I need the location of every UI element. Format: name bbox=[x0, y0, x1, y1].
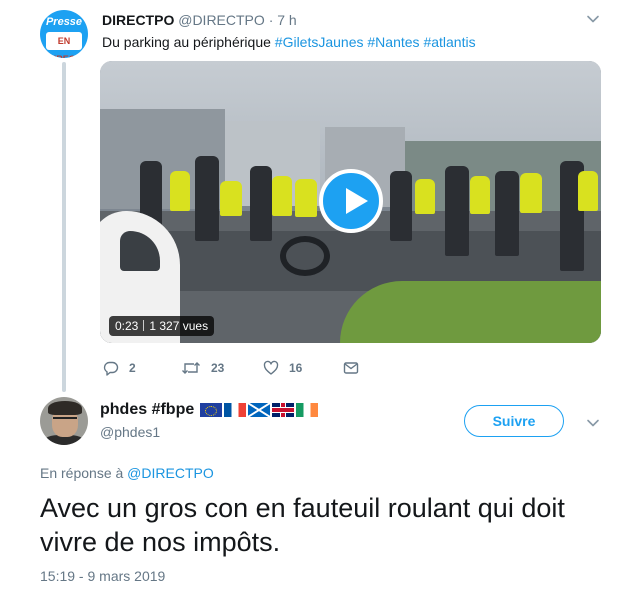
retweet-icon bbox=[182, 362, 200, 374]
crowd-person bbox=[495, 171, 519, 256]
message-action[interactable] bbox=[343, 358, 359, 378]
tweet-time[interactable]: 7 h bbox=[277, 12, 296, 28]
hashtag-link[interactable]: #Nantes bbox=[367, 34, 419, 50]
thread-line bbox=[62, 62, 66, 392]
crowd-person bbox=[578, 171, 598, 211]
crowd-person bbox=[195, 156, 219, 241]
play-button[interactable] bbox=[319, 169, 383, 233]
follow-button[interactable]: Suivre bbox=[464, 405, 564, 437]
in-reply-to-label: En réponse à bbox=[40, 465, 128, 481]
parent-tweet: Presse EN DIRECT DIRECTPO @DIRECTPO · 7 … bbox=[0, 0, 640, 395]
directpo-avatar[interactable]: Presse EN DIRECT bbox=[40, 10, 88, 58]
crowd-person bbox=[520, 173, 542, 213]
reply-action[interactable]: 2 bbox=[103, 358, 136, 378]
avatar-logo-text: Presse bbox=[45, 16, 83, 28]
video-player[interactable]: 0:23 1 327 vues bbox=[100, 61, 601, 343]
flag-emojis bbox=[200, 403, 319, 417]
crowd-person bbox=[220, 181, 242, 216]
crowd-person bbox=[390, 171, 412, 241]
separator-dot: · bbox=[268, 12, 274, 28]
heart-icon bbox=[263, 360, 279, 375]
author-name[interactable]: DIRECTPO bbox=[102, 12, 174, 28]
crowd-person bbox=[250, 166, 272, 241]
ireland-flag-icon bbox=[296, 403, 319, 417]
avatar-hair bbox=[48, 401, 82, 415]
tweet-actions: 2 23 16 bbox=[103, 358, 403, 378]
tweet-text-body: Du parking au périphérique bbox=[102, 34, 275, 50]
reply-icon bbox=[103, 361, 119, 376]
chevron-down-icon[interactable] bbox=[586, 12, 600, 26]
crowd-person bbox=[470, 176, 490, 214]
chevron-down-icon[interactable] bbox=[586, 416, 600, 430]
crowd-person bbox=[272, 176, 292, 216]
video-frame-grass bbox=[340, 281, 601, 343]
reply-author-name[interactable]: phdes #fbpe bbox=[100, 401, 194, 419]
video-views: 1 327 vues bbox=[149, 319, 209, 333]
envelope-icon bbox=[343, 362, 359, 374]
reply-timestamp[interactable]: 15:19 - 9 mars 2019 bbox=[40, 568, 165, 584]
author-handle[interactable]: @DIRECTPO bbox=[178, 12, 265, 28]
retweet-action[interactable]: 23 bbox=[181, 358, 224, 378]
phdes-avatar[interactable] bbox=[40, 397, 88, 445]
video-duration: 0:23 bbox=[115, 319, 139, 333]
crowd-person bbox=[295, 179, 317, 217]
like-count: 16 bbox=[289, 361, 303, 375]
reply-tweet-text: Avec un gros con en fauteuil roulant qui… bbox=[40, 493, 565, 557]
reply-author-handle[interactable]: @phdes1 bbox=[100, 424, 160, 440]
like-action[interactable]: 16 bbox=[263, 358, 302, 378]
hashtag-link[interactable]: #GiletsJaunes bbox=[275, 34, 364, 50]
retweet-count: 23 bbox=[211, 361, 225, 375]
in-reply-to: En réponse à @DIRECTPO bbox=[40, 465, 214, 481]
hashtag-link[interactable]: #atlantis bbox=[423, 34, 475, 50]
crowd-person bbox=[170, 171, 190, 211]
video-info-badge: 0:23 1 327 vues bbox=[109, 316, 215, 336]
scotland-flag-icon bbox=[248, 403, 271, 417]
france-flag-icon bbox=[224, 403, 247, 417]
tweet-text: Du parking au périphérique #GiletsJaunes… bbox=[102, 34, 476, 50]
eu-flag-icon bbox=[200, 403, 223, 417]
badge-separator bbox=[143, 320, 145, 331]
reply-count: 2 bbox=[129, 361, 136, 375]
avatar-glasses bbox=[53, 417, 77, 422]
reply-author-row: phdes #fbpe bbox=[100, 400, 319, 420]
avatar-logo-subtext: EN DIRECT bbox=[46, 32, 82, 58]
video-frame-wheelchair bbox=[280, 236, 330, 276]
mention-link[interactable]: @DIRECTPO bbox=[127, 465, 214, 481]
uk-flag-icon bbox=[272, 403, 295, 417]
tweet-header: DIRECTPO @DIRECTPO · 7 h bbox=[102, 12, 297, 28]
crowd-person bbox=[415, 179, 435, 214]
crowd-person bbox=[445, 166, 469, 256]
